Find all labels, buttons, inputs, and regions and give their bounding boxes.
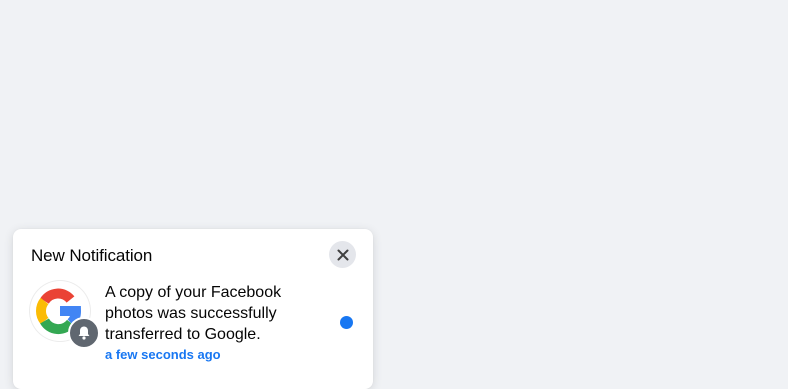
unread-indicator: [340, 316, 353, 329]
notification-timestamp: a few seconds ago: [105, 347, 221, 362]
notification-badge: [68, 317, 100, 349]
notification-message: A copy of your Facebook photos was succe…: [105, 284, 282, 343]
notification-avatar-group: [30, 281, 100, 351]
close-icon: [337, 249, 348, 260]
notification-title: New Notification: [31, 246, 153, 265]
notification-toast[interactable]: New Notification A copy of your Facebook…: [13, 229, 373, 389]
bell-icon: [78, 326, 90, 340]
close-button[interactable]: [329, 241, 356, 268]
